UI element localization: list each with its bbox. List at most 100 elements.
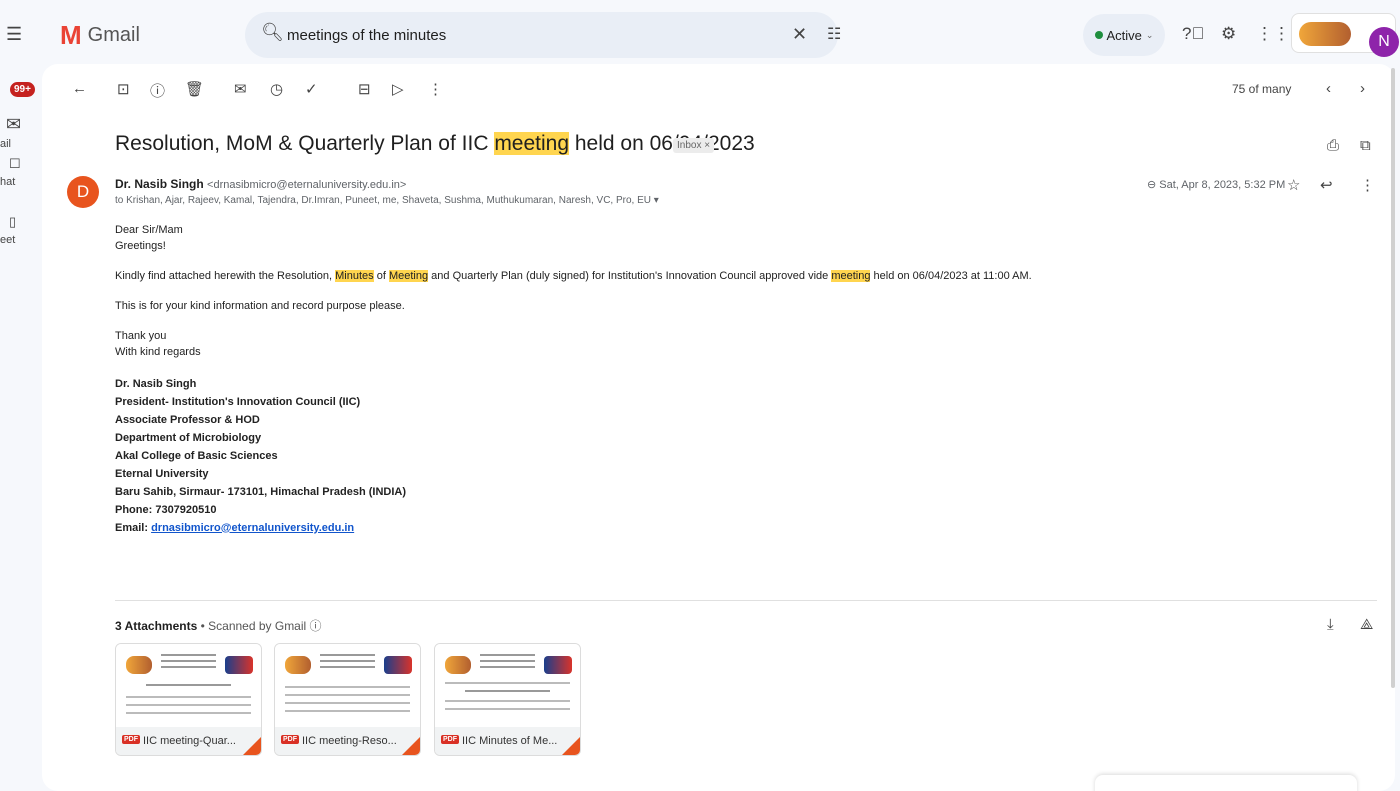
add-task-icon[interactable]: ✓ xyxy=(305,80,318,98)
sig-college: Akal College of Basic Sciences xyxy=(115,449,278,462)
pdf-icon: PDF xyxy=(281,735,299,744)
iic-logo xyxy=(544,656,572,674)
delete-icon[interactable]: 🗑︎ xyxy=(185,80,204,98)
message-more-icon[interactable]: ⋮ xyxy=(1360,176,1375,194)
body-highlight: Minutes xyxy=(335,269,374,282)
sig-name: Dr. Nasib Singh xyxy=(115,377,197,390)
sig-role: Associate Professor & HOD xyxy=(115,413,260,426)
fold-corner xyxy=(560,735,580,755)
iic-logo xyxy=(225,656,253,674)
sig-dept: Department of Microbiology xyxy=(115,431,262,444)
attachment-icon: ⊖ xyxy=(1147,179,1160,191)
attachment-name: IIC meeting-Quar... xyxy=(143,735,236,747)
body-text: This is for your kind information and re… xyxy=(115,299,405,312)
sig-role: President- Institution's Innovation Coun… xyxy=(115,395,361,408)
attachment-footer: PDF IIC Minutes of Me... xyxy=(435,727,580,755)
inbox-label-chip[interactable]: Inbox × xyxy=(673,138,715,153)
scrollbar[interactable] xyxy=(1391,68,1395,688)
attachments-heading: 3 Attachments • Scanned by Gmail ⓘ xyxy=(115,619,322,633)
settings-icon[interactable]: ⚙ xyxy=(1221,24,1236,44)
sig-university: Eternal University xyxy=(115,467,209,480)
sig-email-link[interactable]: drnasibmicro@eternaluniversity.edu.in xyxy=(151,522,354,534)
download-all-icon[interactable]: ⤓ xyxy=(1327,616,1334,633)
search-options-icon[interactable]: ☷ xyxy=(827,24,841,44)
newer-chevron-icon[interactable]: ‹ xyxy=(1326,80,1331,97)
search-input[interactable]: meetings of the minutes xyxy=(287,27,446,44)
report-spam-icon[interactable]: ⓘ xyxy=(150,80,165,101)
university-logo xyxy=(445,656,471,674)
mark-unread-icon[interactable]: ✉ xyxy=(234,80,247,98)
attachment-footer: PDF IIC meeting-Reso... xyxy=(275,727,420,755)
top-bar: ☰ M Gmail 🔍︎ meetings of the minutes ✕ ☷… xyxy=(0,0,1400,64)
back-arrow-icon[interactable]: ← xyxy=(72,80,87,97)
unread-badge: 99+ xyxy=(10,82,35,97)
body-highlight: Meeting xyxy=(388,269,429,282)
subject-highlight: meeting xyxy=(494,132,570,155)
closing-line: With kind regards xyxy=(115,345,201,358)
add-to-drive-icon[interactable]: ⟁ xyxy=(1360,616,1373,633)
label-icon[interactable]: ▷ xyxy=(392,80,404,98)
email-body: Dear Sir/Mam Greetings! Kindly find attac… xyxy=(115,223,1315,537)
sender-email: <drnasibmicro@eternaluniversity.edu.in> xyxy=(207,179,407,191)
open-new-window-icon[interactable]: ⧉ xyxy=(1360,137,1371,154)
print-icon[interactable]: ⎙ xyxy=(1327,137,1339,154)
pdf-icon: PDF xyxy=(441,735,459,744)
body-text: Kindly find attached herewith the Resolu… xyxy=(115,269,336,282)
search-bar[interactable]: 🔍︎ meetings of the minutes ✕ ☷ xyxy=(245,12,841,58)
older-chevron-icon[interactable]: › xyxy=(1360,80,1365,97)
active-status-dot xyxy=(1094,31,1103,39)
closing-line: Thank you xyxy=(115,329,167,342)
clear-search-icon[interactable]: ✕ xyxy=(792,24,807,45)
university-logo xyxy=(285,656,311,674)
snooze-icon[interactable]: ◷ xyxy=(270,80,283,98)
move-to-icon[interactable]: ⊟ xyxy=(358,80,371,98)
search-icon[interactable]: 🔍︎ xyxy=(261,22,284,43)
iic-logo xyxy=(384,656,412,674)
rail-mail-text[interactable]: ail xyxy=(0,138,42,150)
help-icon[interactable]: ?⃝ xyxy=(1182,24,1204,44)
sender-name[interactable]: Dr. Nasib Singh xyxy=(115,177,204,191)
attachment-thumbnail xyxy=(275,644,420,727)
archive-icon[interactable]: ⊡ xyxy=(117,80,130,98)
inbox-label-text: Inbox xyxy=(677,140,702,151)
attachment-card[interactable]: PDF IIC meeting-Quar... xyxy=(115,643,262,756)
status-button[interactable]: Active ⌄ xyxy=(1083,14,1165,56)
attachment-thumbnail xyxy=(116,644,261,727)
sig-email-label: Email: xyxy=(115,521,152,534)
star-icon[interactable]: ☆ xyxy=(1287,176,1300,194)
greeting-line: Dear Sir/Mam xyxy=(115,224,183,236)
body-text: and Quarterly Plan (duly signed) for Ins… xyxy=(428,269,832,282)
email-date: ⊖ Sat, Apr 8, 2023, 5:32 PM xyxy=(1147,178,1285,191)
sender-line: Dr. Nasib Singh <drnasibmicro@eternaluni… xyxy=(115,177,406,191)
sig-address: Baru Sahib, Sirmaur- 173101, Himachal Pr… xyxy=(115,485,406,498)
account-avatar[interactable]: N xyxy=(1369,27,1399,57)
chat-popup[interactable] xyxy=(1095,775,1357,791)
subject-part: Resolution, MoM & Quarterly Plan of IIC xyxy=(115,132,495,155)
info-icon[interactable]: ⓘ xyxy=(310,619,322,633)
gmail-logo[interactable]: M Gmail xyxy=(60,20,140,51)
recipients-dropdown-icon[interactable]: ▾ xyxy=(654,195,659,206)
attachment-card[interactable]: PDF IIC Minutes of Me... xyxy=(434,643,581,756)
menu-icon[interactable]: ☰ xyxy=(6,24,22,45)
rail-chat-text[interactable]: hat xyxy=(0,176,42,188)
attachment-name: IIC meeting-Reso... xyxy=(302,735,397,747)
reply-icon[interactable]: ↩ xyxy=(1320,176,1333,194)
subject-part: held on 06/04/2023 xyxy=(569,132,755,155)
body-highlight: meeting xyxy=(831,269,871,282)
attachment-footer: PDF IIC meeting-Quar... xyxy=(116,727,261,755)
university-logo xyxy=(126,656,152,674)
email-toolbar: ← ⊡ ⓘ 🗑︎ ✉ ◷ ✓ ⊟ ▷ ⋮ 75 of many ‹ › xyxy=(42,64,1395,112)
attachment-card[interactable]: PDF IIC meeting-Reso... xyxy=(274,643,421,756)
signature: Dr. Nasib Singh President- Institution's… xyxy=(115,375,1315,537)
more-options-icon[interactable]: ⋮ xyxy=(428,80,443,98)
attachment-thumbnail xyxy=(435,644,580,727)
body-text: of xyxy=(373,269,389,282)
rail-meet-text[interactable]: eet xyxy=(0,234,42,246)
fold-corner xyxy=(400,735,420,755)
left-rail: ✉ ail ☐ hat ▯ eet xyxy=(0,64,42,791)
app-name: Gmail xyxy=(87,24,140,46)
sig-phone: Phone: 7307920510 xyxy=(115,503,217,516)
recipients-line[interactable]: to Krishan, Ajar, Rajeev, Kamal, Tajendr… xyxy=(115,195,659,206)
pdf-icon: PDF xyxy=(122,735,140,744)
sender-avatar[interactable]: D xyxy=(67,176,99,208)
